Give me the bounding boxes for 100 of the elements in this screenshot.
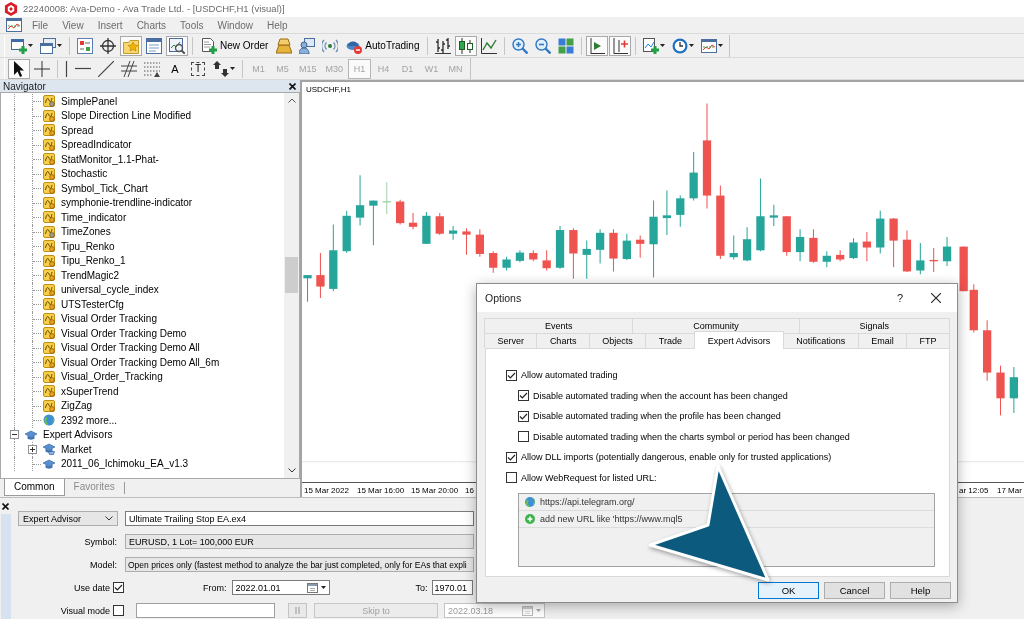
chart-plus-icon[interactable] xyxy=(643,37,660,54)
new-order-button[interactable]: New Order xyxy=(197,35,273,56)
menu-item[interactable]: Window xyxy=(210,19,261,31)
document-plus-icon[interactable] xyxy=(201,37,217,54)
minus-box-icon[interactable] xyxy=(10,430,19,440)
date-field[interactable]: 2022.01.01 xyxy=(231,580,330,595)
checkbox[interactable] xyxy=(113,582,124,593)
chevron-down-icon[interactable] xyxy=(287,468,296,473)
tree-item[interactable]: StatMonitor_1.1-Phat- xyxy=(43,153,161,166)
vertical-line-icon[interactable] xyxy=(65,60,68,77)
caret-icon[interactable] xyxy=(57,44,62,47)
date-field[interactable]: 1970.01 xyxy=(431,580,473,595)
checkbox[interactable] xyxy=(113,605,124,616)
arrows-icon[interactable] xyxy=(213,60,229,77)
tab[interactable]: Common xyxy=(4,479,65,496)
tree-item[interactable]: SpreadIndicator xyxy=(43,138,134,151)
context-help-button[interactable]: ? xyxy=(885,284,915,312)
tree-item[interactable]: Visual Order Tracking Demo All xyxy=(43,341,202,354)
candlestick xyxy=(969,283,978,334)
help-button[interactable]: Help xyxy=(890,582,951,599)
scrollbar-thumb[interactable] xyxy=(285,257,298,293)
chevron-down-icon[interactable] xyxy=(105,516,113,521)
text-label-button[interactable]: T xyxy=(191,61,205,76)
tree-item[interactable]: Visual Order Tracking Demo All_6m xyxy=(43,356,222,369)
checkbox[interactable] xyxy=(506,451,517,463)
tree-item[interactable]: Expert Advisors xyxy=(25,429,115,441)
tree-item[interactable]: Slope Direction Line Modified xyxy=(43,109,194,122)
checkbox[interactable] xyxy=(506,472,517,484)
symbol-field[interactable]: EURUSD, 1 Lot= 100,000 EUR xyxy=(125,534,474,549)
tree-item[interactable]: UTSTesterCfg xyxy=(43,298,126,311)
window-plus-icon[interactable] xyxy=(11,37,27,54)
curve-tile-icon xyxy=(43,283,55,296)
clock-icon[interactable] xyxy=(672,37,689,54)
tree-item[interactable]: symphonie-trendline-indicator xyxy=(43,196,195,209)
text-button[interactable]: A xyxy=(164,58,186,79)
checkbox[interactable] xyxy=(506,369,517,381)
speed-slider-track[interactable] xyxy=(136,603,275,618)
tree-item[interactable]: Stochastic xyxy=(43,167,110,180)
scrollbar[interactable] xyxy=(284,93,299,478)
windows-icon[interactable] xyxy=(40,37,56,54)
tree-item[interactable]: xSuperTrend xyxy=(43,385,121,398)
caret-icon[interactable] xyxy=(689,44,695,47)
tree-item[interactable]: TrendMagic2 xyxy=(43,269,121,282)
curve-tile-icon xyxy=(43,254,55,267)
checkbox[interactable] xyxy=(518,410,529,422)
dropdown[interactable]: Expert Advisor xyxy=(18,511,118,526)
tab[interactable]: Server xyxy=(484,333,538,348)
checkbox[interactable] xyxy=(518,431,529,443)
tree-item[interactable]: Visual Order Tracking xyxy=(43,312,159,325)
menu-item[interactable]: File xyxy=(25,19,56,31)
ok-button[interactable]: OK xyxy=(758,582,819,599)
tree-item[interactable]: Visual_Order_Tracking xyxy=(43,370,165,383)
candlestick xyxy=(422,211,431,245)
chart-window-icon[interactable] xyxy=(701,37,718,54)
tree-item[interactable]: universal_cycle_index xyxy=(43,283,161,296)
caret-icon[interactable] xyxy=(320,586,326,589)
tab[interactable]: Signals xyxy=(798,318,950,333)
tree-item[interactable]: Tipu_Renko xyxy=(43,240,117,253)
profiles-button[interactable] xyxy=(37,35,65,56)
tree-item[interactable]: Symbol_Tick_Chart xyxy=(43,182,150,195)
tree-item[interactable]: Visual Order Tracking Demo xyxy=(43,327,189,340)
tree-item[interactable]: 2011_06_Ichimoku_EA_v1.3 xyxy=(43,458,191,470)
candlestick xyxy=(889,217,898,268)
autotrading-button[interactable]: AutoTrading xyxy=(342,35,424,56)
calendar-icon[interactable] xyxy=(306,582,318,593)
close-icon[interactable] xyxy=(931,293,941,303)
caret-icon[interactable] xyxy=(28,44,33,47)
horizontal-line-icon[interactable] xyxy=(75,67,91,70)
menu-item[interactable]: Tools xyxy=(173,19,211,31)
tab[interactable]: Expert Advisors xyxy=(694,331,784,349)
tree-item[interactable]: Time_indicator xyxy=(43,211,129,224)
tab[interactable]: Events xyxy=(484,318,634,333)
menu-item[interactable]: Charts xyxy=(129,19,174,31)
tab[interactable]: Community xyxy=(632,318,800,333)
menu-item[interactable]: View xyxy=(55,19,91,31)
cancel-button[interactable]: Cancel xyxy=(824,582,885,599)
menu-item[interactable]: Help xyxy=(260,19,295,31)
caret-icon[interactable] xyxy=(230,67,235,70)
close-icon[interactable] xyxy=(2,503,9,510)
tree-item[interactable]: TimeZones xyxy=(43,225,113,238)
model-field[interactable]: Open prices only (fastest method to analyze the bar just completed, only for EAs that expli xyxy=(125,557,474,572)
candlestick xyxy=(849,237,858,260)
candlestick xyxy=(636,235,645,259)
tree-item[interactable]: ZigZag xyxy=(43,399,95,412)
caret-icon[interactable] xyxy=(660,44,666,47)
menu-item[interactable]: Insert xyxy=(90,19,130,31)
plus-box-icon[interactable] xyxy=(28,444,37,454)
checkbox[interactable] xyxy=(518,390,529,402)
caret-icon[interactable] xyxy=(718,44,724,47)
chevron-up-icon[interactable] xyxy=(287,98,296,103)
tree-item[interactable]: 2392 more... xyxy=(43,414,120,427)
tab[interactable]: Objects xyxy=(588,333,647,348)
chart-window-icon[interactable] xyxy=(6,17,22,33)
close-icon[interactable] xyxy=(289,82,296,90)
expert-field[interactable]: Ultimate Trailing Stop EA.ex4 xyxy=(125,511,474,526)
tree-item[interactable]: Tipu_Renko_1 xyxy=(43,254,128,267)
tab[interactable]: FTP xyxy=(906,333,951,348)
tree-item[interactable]: SimplePanel xyxy=(43,95,120,108)
tree-item[interactable]: Market xyxy=(43,443,94,456)
tree-item[interactable]: Spread xyxy=(43,124,96,137)
